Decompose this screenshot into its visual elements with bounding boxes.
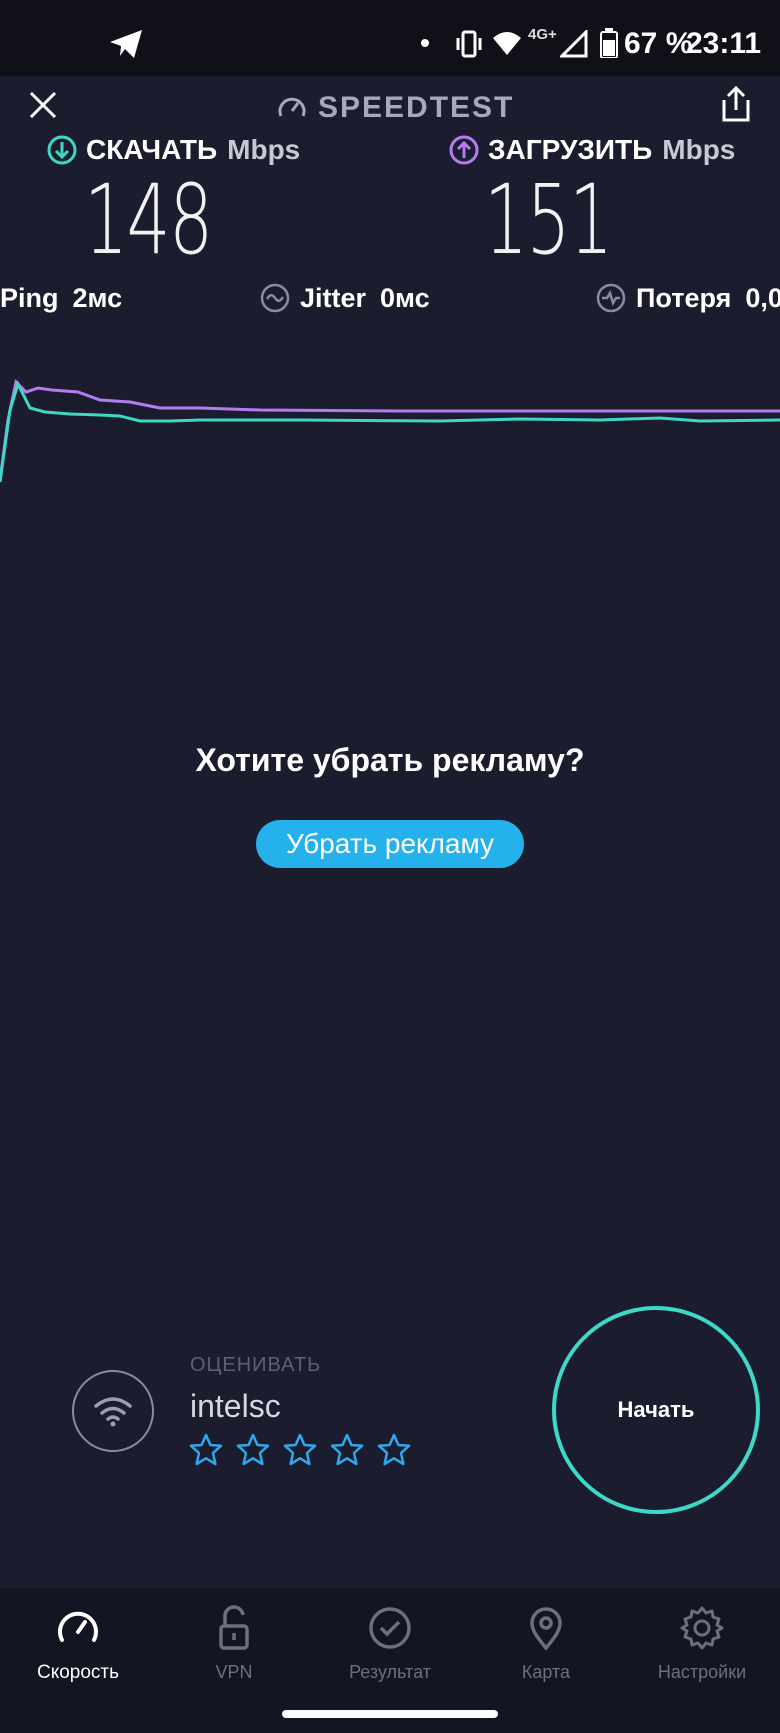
download-arrow-icon — [47, 135, 77, 165]
vibrate-icon — [456, 30, 482, 58]
speedometer-icon — [58, 1611, 98, 1642]
star-icon[interactable] — [235, 1432, 271, 1468]
download-graph-line — [0, 379, 780, 483]
lock-icon — [219, 1605, 249, 1650]
ping-label: Ping — [0, 282, 59, 313]
notification-dot — [421, 39, 429, 47]
upload-graph-line — [0, 378, 780, 481]
speed-graph — [0, 378, 780, 483]
jitter-stat: Jitter 0мс — [260, 280, 430, 316]
download-label: СКАЧАТЬ — [86, 134, 218, 165]
star-icon[interactable] — [376, 1432, 412, 1468]
remove-ads-button[interactable]: Убрать рекламу — [256, 820, 524, 868]
nav-label: VPN — [215, 1662, 253, 1682]
gear-icon — [680, 1606, 724, 1650]
home-indicator[interactable] — [282, 1710, 498, 1718]
loss-label: Потеря — [636, 282, 732, 313]
top-bar: SPEEDTEST — [0, 76, 780, 136]
wifi-icon — [493, 32, 521, 55]
star-icon[interactable] — [329, 1432, 365, 1468]
upload-unit: Mbps — [662, 134, 736, 165]
upload-label: ЗАГРУЗИТЬ — [488, 134, 653, 165]
download-value: 148 — [84, 164, 213, 276]
upload-arrow-icon — [449, 135, 479, 165]
connection-type-badge — [72, 1370, 154, 1452]
ping-stat: Ping 2мс — [0, 280, 122, 316]
remove-ads-question: Хотите убрать рекламу? — [195, 742, 585, 778]
network-type: 4G+ — [528, 26, 557, 43]
packet-loss-icon — [596, 283, 626, 313]
packet-loss-stat: Потеря 0,0 — [596, 280, 780, 316]
star-icon[interactable] — [282, 1432, 318, 1468]
nav-item-vpn[interactable]: VPN — [156, 1588, 312, 1698]
telegram-icon — [110, 30, 142, 58]
app-title: SPEEDTEST — [276, 88, 514, 128]
download-unit: Mbps — [227, 134, 301, 165]
speedometer-logo-icon — [278, 97, 306, 117]
jitter-value: 0мс — [380, 282, 430, 313]
app-title-text: SPEEDTEST — [318, 91, 515, 124]
clock: 23:11 — [686, 27, 762, 60]
rating-stars[interactable] — [188, 1432, 423, 1468]
close-icon[interactable] — [28, 90, 58, 120]
loss-value: 0,0 — [745, 282, 780, 313]
jitter-icon — [260, 283, 290, 313]
wifi-icon — [94, 1397, 132, 1427]
battery-percent: 67 % — [624, 27, 693, 60]
ping-value: 2мс — [72, 282, 123, 313]
nav-item-speed[interactable]: Скорость — [0, 1588, 156, 1698]
provider-name: intelsc — [190, 1388, 281, 1424]
map-pin-icon — [530, 1607, 562, 1651]
cellular-signal-icon — [560, 30, 588, 58]
jitter-label: Jitter — [300, 282, 367, 313]
nav-label: Результат — [349, 1662, 431, 1682]
nav-item-results[interactable]: Результат — [312, 1588, 468, 1698]
upload-value: 151 — [484, 164, 613, 276]
start-test-button[interactable]: Начать — [552, 1306, 760, 1514]
check-circle-icon — [369, 1607, 411, 1649]
nav-label: Настройки — [657, 1662, 747, 1682]
share-icon[interactable] — [720, 86, 752, 122]
nav-label: Карта — [521, 1662, 571, 1682]
star-icon[interactable] — [188, 1432, 224, 1468]
nav-item-map[interactable]: Карта — [468, 1588, 624, 1698]
rate-label: ОЦЕНИВАТЬ — [190, 1354, 322, 1376]
battery-icon — [600, 28, 618, 58]
status-bar: 4G+ 67 % 23:11 — [0, 0, 780, 76]
nav-item-settings[interactable]: Настройки — [624, 1588, 780, 1698]
nav-label: Скорость — [36, 1662, 120, 1683]
